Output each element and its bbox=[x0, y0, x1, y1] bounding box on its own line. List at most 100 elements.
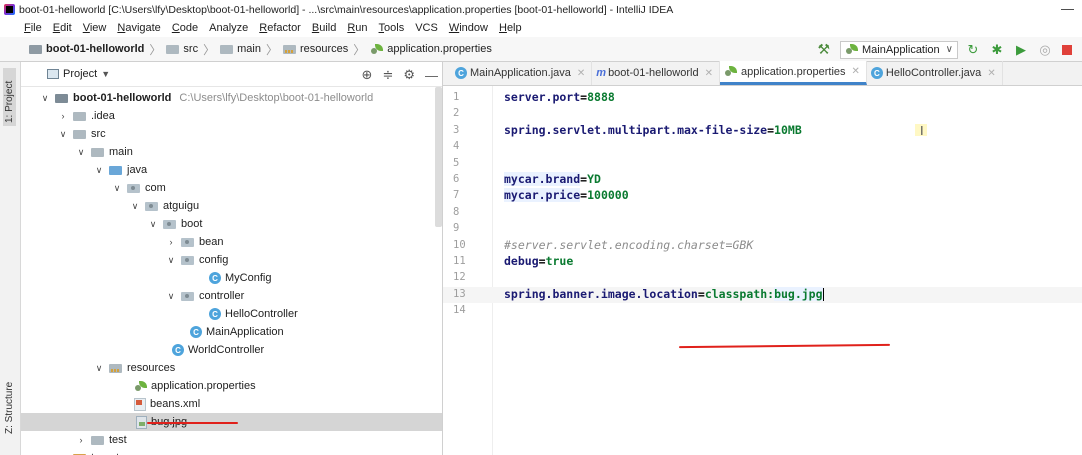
menu-vcs[interactable]: VCS bbox=[415, 22, 438, 34]
chevron-down-icon[interactable]: ∨ bbox=[165, 291, 177, 302]
stop-icon[interactable] bbox=[1062, 44, 1072, 55]
minimize-button[interactable]: — bbox=[1061, 1, 1074, 16]
code-line: 3 spring.servlet.multipart.max-file-size… bbox=[453, 122, 802, 137]
hide-panel-icon[interactable]: — bbox=[425, 68, 438, 83]
tab-mainapplication[interactable]: C MainApplication.java ✕ bbox=[451, 61, 593, 85]
menu-refactor[interactable]: Refactor bbox=[259, 22, 301, 34]
chevron-right-icon[interactable]: › bbox=[75, 435, 87, 445]
line-number: 13 bbox=[453, 287, 466, 300]
chevron-right-icon[interactable]: › bbox=[57, 111, 69, 121]
run-with-coverage-icon[interactable]: ▶ bbox=[1014, 42, 1028, 57]
tree-item-test[interactable]: › test bbox=[21, 431, 442, 449]
tree-item-resources[interactable]: ∨ resources bbox=[21, 359, 442, 377]
profiler-icon[interactable]: ◎ bbox=[1038, 42, 1052, 57]
chevron-down-icon[interactable]: ∨ bbox=[75, 147, 87, 158]
debug-bug-icon[interactable]: ✱ bbox=[990, 42, 1004, 57]
build-hammer-icon[interactable]: ⚒ bbox=[817, 41, 830, 58]
menu-window[interactable]: Window bbox=[449, 22, 488, 34]
tree-item-controller[interactable]: ∨ controller bbox=[21, 287, 442, 305]
chevron-down-icon[interactable]: ∨ bbox=[111, 183, 123, 194]
breadcrumb-main[interactable]: main bbox=[237, 43, 261, 55]
breadcrumb-src[interactable]: src bbox=[183, 43, 198, 55]
breadcrumb-project[interactable]: boot-01-helloworld bbox=[46, 43, 144, 55]
breadcrumb-resources[interactable]: resources bbox=[300, 43, 348, 55]
code-area[interactable]: 1 server.port=8888 2 3 spring.servlet.mu… bbox=[443, 86, 1082, 455]
tree-item-beans-xml[interactable]: beans.xml bbox=[21, 395, 442, 413]
menu-analyze[interactable]: Analyze bbox=[209, 22, 248, 34]
tree-item-hellocontroller[interactable]: C HelloController bbox=[21, 305, 442, 323]
chevron-down-icon[interactable]: ∨ bbox=[57, 129, 69, 140]
menu-view[interactable]: View bbox=[83, 22, 107, 34]
tree-item-atguigu[interactable]: ∨ atguigu bbox=[21, 197, 442, 215]
close-icon[interactable]: ✕ bbox=[705, 68, 713, 79]
tree-item-label: MyConfig bbox=[225, 272, 272, 284]
menu-navigate[interactable]: Navigate bbox=[117, 22, 160, 34]
chevron-right-icon[interactable]: › bbox=[165, 237, 177, 247]
line-number: 3 bbox=[453, 123, 460, 136]
chevron-down-icon[interactable]: ∨ bbox=[93, 363, 105, 374]
chevron-down-icon[interactable]: ∨ bbox=[129, 201, 141, 212]
tab-label: boot-01-helloworld bbox=[608, 67, 699, 79]
tab-application-properties[interactable]: application.properties ✕ bbox=[719, 61, 867, 85]
tree-item-label: boot-01-helloworld bbox=[73, 92, 172, 104]
tree-item-boot[interactable]: ∨ boot bbox=[21, 215, 442, 233]
folder-icon bbox=[91, 147, 104, 157]
chevron-down-icon[interactable]: ▼ bbox=[101, 69, 110, 79]
tree-item-label: atguigu bbox=[163, 200, 200, 212]
code-line: 8 bbox=[443, 205, 1082, 221]
locate-file-icon[interactable]: ⊕ bbox=[362, 67, 373, 83]
mouse-ibeam-icon: I bbox=[920, 123, 924, 138]
tree-item-label: bean bbox=[199, 236, 224, 248]
tab-pom[interactable]: m boot-01-helloworld ✕ bbox=[592, 61, 720, 85]
tree-item-java[interactable]: ∨ java bbox=[21, 161, 442, 179]
tree-item-myconfig[interactable]: C MyConfig bbox=[21, 269, 442, 287]
line-number: 12 bbox=[453, 271, 466, 284]
tree-item-root[interactable]: ∨ boot-01-helloworld C:\Users\lfy\Deskto… bbox=[21, 89, 442, 107]
resources-folder-icon bbox=[282, 44, 296, 54]
scrollbar[interactable] bbox=[435, 87, 442, 227]
chevron-down-icon[interactable]: ∨ bbox=[165, 255, 177, 266]
breadcrumb-file[interactable]: application.properties bbox=[387, 43, 492, 55]
tree-item-label: java bbox=[127, 164, 148, 176]
class-icon: C bbox=[455, 67, 467, 79]
tree-item-idea[interactable]: › .idea bbox=[21, 107, 442, 125]
project-panel-title[interactable]: Project bbox=[63, 68, 97, 80]
close-icon[interactable]: ✕ bbox=[852, 66, 860, 77]
tree-item-com[interactable]: ∨ com bbox=[21, 179, 442, 197]
menu-code[interactable]: Code bbox=[172, 22, 198, 34]
rerun-icon[interactable]: ↻ bbox=[966, 42, 980, 57]
code-line: 6 mycar.brand=YD bbox=[453, 172, 601, 186]
line-number: 9 bbox=[453, 222, 460, 235]
chevron-down-icon[interactable]: ∨ bbox=[39, 93, 51, 104]
tree-item-src[interactable]: ∨ src bbox=[21, 125, 442, 143]
menu-help[interactable]: Help bbox=[499, 22, 522, 34]
tree-item-worldcontroller[interactable]: C WorldController bbox=[21, 341, 442, 359]
close-icon[interactable]: ✕ bbox=[577, 68, 585, 79]
tree-item-target[interactable]: › target bbox=[21, 449, 442, 455]
menu-file[interactable]: File bbox=[24, 22, 42, 34]
tree-item-main[interactable]: ∨ main bbox=[21, 143, 442, 161]
chevron-down-icon[interactable]: ∨ bbox=[93, 165, 105, 176]
tree-item-application-properties[interactable]: application.properties bbox=[21, 377, 442, 395]
image-file-icon bbox=[136, 415, 147, 429]
code-line: 1 server.port=8888 bbox=[453, 90, 615, 104]
tree-item-mainapplication[interactable]: C MainApplication bbox=[21, 323, 442, 341]
menu-edit[interactable]: Edit bbox=[53, 22, 72, 34]
code-line: 9 bbox=[443, 221, 1082, 237]
gear-icon[interactable]: ⚙ bbox=[403, 67, 415, 83]
menu-tools[interactable]: Tools bbox=[379, 22, 405, 34]
menu-build[interactable]: Build bbox=[312, 22, 336, 34]
tree-item-label: WorldController bbox=[188, 344, 265, 356]
run-configuration-select[interactable]: MainApplication ∨ bbox=[840, 40, 958, 59]
tree-item-label: boot bbox=[181, 218, 203, 230]
line-number: 10 bbox=[453, 238, 466, 251]
chevron-down-icon[interactable]: ∨ bbox=[147, 219, 159, 230]
project-tool-window-button[interactable]: 1: Project bbox=[3, 68, 16, 126]
close-icon[interactable]: ✕ bbox=[987, 68, 995, 79]
tree-item-bean[interactable]: › bean bbox=[21, 233, 442, 251]
menu-run[interactable]: Run bbox=[347, 22, 367, 34]
collapse-all-icon[interactable]: ≑ bbox=[382, 67, 393, 83]
tab-hellocontroller[interactable]: C HelloController.java ✕ bbox=[867, 61, 1003, 85]
structure-tool-window-button[interactable]: Z: Structure bbox=[3, 367, 16, 437]
tree-item-config[interactable]: ∨ config bbox=[21, 251, 442, 269]
